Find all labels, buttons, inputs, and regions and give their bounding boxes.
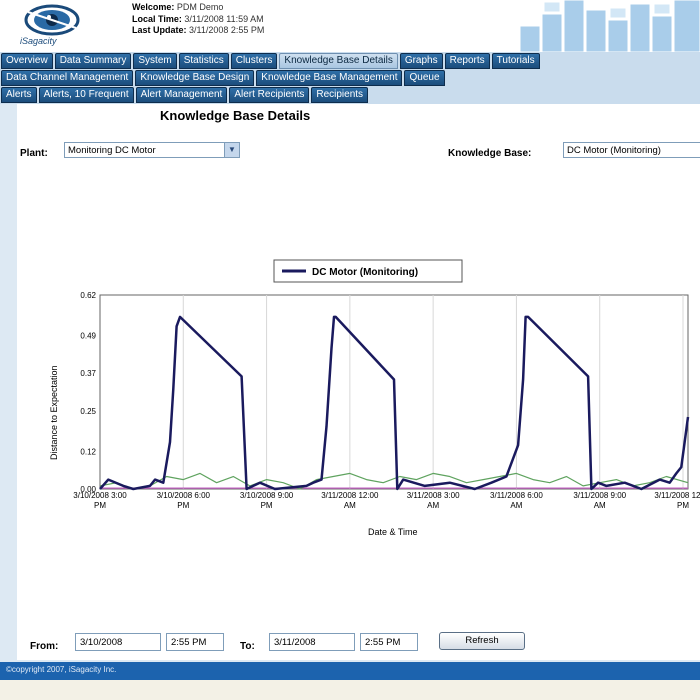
tab-queue[interactable]: Queue [404, 70, 445, 86]
tab-overview[interactable]: Overview [1, 53, 53, 69]
tab-clusters[interactable]: Clusters [230, 53, 278, 69]
logo-text: iSagacity [20, 36, 57, 46]
tab-reports[interactable]: Reports [444, 53, 490, 69]
knowledge-base-select[interactable]: DC Motor (Monitoring) [563, 142, 700, 158]
plant-label: Plant: [20, 148, 48, 159]
to-label: To: [240, 641, 255, 652]
tab-row-1: Overview Data Summary System Statistics Clus… [1, 53, 540, 69]
from-label: From: [30, 641, 59, 652]
welcome-label: Welcome: [132, 2, 175, 12]
to-date-field[interactable]: 3/11/2008 [269, 633, 355, 651]
tab-tutorials[interactable]: Tutorials [491, 53, 540, 69]
local-time-label: Local Time: [132, 13, 182, 24]
tab-knowledge-base-design[interactable]: Knowledge Base Design [135, 70, 255, 86]
tab-alerts[interactable]: Alerts [1, 87, 37, 103]
tab-statistics[interactable]: Statistics [178, 53, 229, 69]
from-date-field[interactable]: 3/10/2008 [75, 633, 161, 651]
refresh-button[interactable]: Refresh [439, 632, 525, 650]
status-strip [0, 680, 700, 700]
plant-select-value: Monitoring DC Motor [68, 145, 156, 156]
tab-recipients[interactable]: Recipients [311, 87, 369, 103]
tab-alerts-10-frequent[interactable]: Alerts, 10 Frequent [38, 87, 134, 103]
last-update-label: Last Update: [132, 25, 187, 35]
footer: ©copyright 2007, iSagacity Inc. [0, 662, 700, 680]
header: iSagacity Welcome: PDM Demo Local Time: … [0, 0, 700, 52]
decorative-cubes [519, 0, 700, 52]
welcome-value: PDM Demo [176, 2, 224, 12]
from-time-field[interactable]: 2:55 PM [166, 633, 224, 651]
knowledge-base-select-value: DC Motor (Monitoring) [567, 145, 661, 156]
tab-row-3: Alerts Alerts, 10 Frequent Alert Managemen… [1, 87, 369, 103]
tab-data-channel-management[interactable]: Data Channel Management [1, 70, 134, 86]
tab-row-2: Data Channel Management Knowledge Base De… [1, 70, 445, 86]
knowledge-base-label: Knowledge Base: [448, 148, 532, 159]
tab-alert-recipients[interactable]: Alert Recipients [229, 87, 310, 103]
chevron-down-icon[interactable]: ▼ [224, 143, 239, 157]
tab-data-summary[interactable]: Data Summary [54, 53, 132, 69]
local-time-value: 3/11/2008 11:59 AM [184, 13, 264, 24]
tab-system[interactable]: System [133, 53, 177, 69]
last-update-value: 3/11/2008 2:55 PM [189, 25, 265, 35]
plant-select[interactable]: Monitoring DC Motor ▼ [64, 142, 240, 158]
tab-knowledge-base-management[interactable]: Knowledge Base Management [256, 70, 403, 86]
tab-alert-management[interactable]: Alert Management [135, 87, 228, 103]
nav-tabs: Overview Data Summary System Statistics Clus… [0, 52, 700, 104]
session-info: Welcome: PDM Demo Local Time: 3/11/2008 … [132, 2, 264, 37]
copyright-text: ©copyright 2007, iSagacity Inc. [6, 665, 117, 674]
tab-graphs[interactable]: Graphs [399, 53, 443, 69]
page-title: Knowledge Base Details [160, 108, 311, 123]
content-panel [17, 104, 700, 660]
tab-knowledge-base-details[interactable]: Knowledge Base Details [279, 53, 398, 69]
to-time-field[interactable]: 2:55 PM [360, 633, 418, 651]
